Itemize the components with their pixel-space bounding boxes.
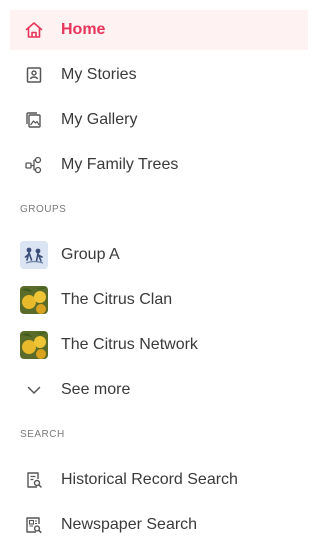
group-item-label: The Citrus Clan bbox=[61, 291, 173, 308]
family-tree-icon bbox=[24, 155, 44, 175]
group-item-label: Group A bbox=[61, 246, 120, 263]
nav-item-label: Newspaper Search bbox=[61, 516, 198, 533]
record-search-icon bbox=[24, 470, 44, 490]
nav-item-label: Home bbox=[61, 21, 106, 38]
nav-item-my-stories[interactable]: My Stories bbox=[10, 55, 308, 95]
nav-item-label: Historical Record Search bbox=[61, 471, 238, 488]
group-avatar bbox=[20, 331, 48, 359]
group-item-citrus-network[interactable]: The Citrus Network bbox=[10, 325, 308, 365]
group-avatar bbox=[20, 286, 48, 314]
group-item-citrus-clan[interactable]: The Citrus Clan bbox=[10, 280, 308, 320]
nav-item-newspaper-search[interactable]: Newspaper Search bbox=[10, 505, 308, 545]
see-more-label: See more bbox=[61, 381, 131, 398]
group-item-label: The Citrus Network bbox=[61, 336, 198, 353]
groups-heading: GROUPS bbox=[20, 204, 67, 215]
nav-item-label: My Family Trees bbox=[61, 156, 179, 173]
nav-item-historical-record-search[interactable]: Historical Record Search bbox=[10, 460, 308, 500]
nav-item-my-family-trees[interactable]: My Family Trees bbox=[10, 145, 308, 185]
search-heading: SEARCH bbox=[20, 429, 65, 440]
nav-item-home[interactable]: Home bbox=[10, 10, 308, 50]
stories-icon bbox=[24, 65, 44, 85]
nav-item-label: My Stories bbox=[61, 66, 137, 83]
sidebar-nav: Home My Stories My Gallery My Family Tre… bbox=[0, 0, 308, 536]
group-item-group-a[interactable]: Group A bbox=[10, 235, 308, 275]
gallery-icon bbox=[24, 110, 44, 130]
nav-item-label: My Gallery bbox=[61, 111, 138, 128]
chevron-down-icon bbox=[24, 380, 44, 400]
see-more-button[interactable]: See more bbox=[10, 370, 308, 410]
group-avatar bbox=[20, 241, 48, 269]
newspaper-search-icon bbox=[24, 515, 44, 535]
home-icon bbox=[24, 20, 44, 40]
nav-item-my-gallery[interactable]: My Gallery bbox=[10, 100, 308, 140]
